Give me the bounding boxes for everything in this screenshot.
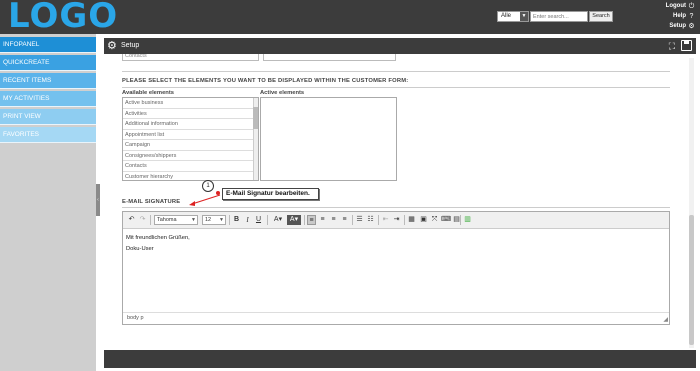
bullet-list-icon[interactable]: ☷ xyxy=(366,215,375,225)
divider xyxy=(122,71,670,72)
available-elements-list[interactable]: Active business Activities Additional in… xyxy=(122,97,259,181)
list-item[interactable]: Activities xyxy=(123,109,254,119)
list-scrollbar-thumb[interactable] xyxy=(253,107,258,129)
font-size-value: 12 xyxy=(205,217,212,223)
toolbar-separator xyxy=(229,215,230,225)
list-item[interactable]: Consignees/shippers xyxy=(123,151,254,161)
italic-icon[interactable]: I xyxy=(243,215,252,225)
highlight-color-icon[interactable]: A▾ xyxy=(287,215,301,225)
sidebar-item-recent-items[interactable]: RECENT ITEMS xyxy=(0,73,96,89)
active-elements-label: Active elements xyxy=(260,90,305,96)
editor-line: Doku-User xyxy=(126,246,154,252)
underline-icon[interactable]: U xyxy=(254,215,263,225)
table-icon[interactable]: ▦ xyxy=(407,215,416,225)
toolbar-separator xyxy=(460,215,461,225)
editor-toolbar: ↶ ↷ Tahoma ▼ 12 ▼ B I U A▾ A▾ ≡ ≡ ≡ ≡ ☰ xyxy=(123,212,669,229)
elements-heading: PLEASE SELECT THE ELEMENTS YOU WANT TO B… xyxy=(122,78,409,84)
font-size-select[interactable]: 12 ▼ xyxy=(202,215,226,225)
panel-scrollbar-thumb[interactable] xyxy=(689,215,694,345)
sidebar-item-favorites[interactable]: FAVORITES xyxy=(0,127,96,143)
logout-link[interactable]: Logout xyxy=(666,3,686,9)
logo: LOGO xyxy=(8,0,119,36)
fullscreen-icon[interactable]: ⤧ xyxy=(430,215,439,225)
text-color-icon[interactable]: A▾ xyxy=(271,215,285,225)
font-family-select[interactable]: Tahoma ▼ xyxy=(154,215,198,225)
numbered-list-icon[interactable]: ☰ xyxy=(355,215,364,225)
outdent-icon[interactable]: ⇤ xyxy=(381,215,390,225)
list-item[interactable]: Customer hierarchy xyxy=(123,172,254,181)
chevron-down-icon: ▼ xyxy=(219,217,224,223)
paste-icon[interactable]: ▥ xyxy=(463,215,472,225)
gear-icon: ⚙ xyxy=(107,40,117,52)
callout-arrow xyxy=(189,194,221,206)
gear-icon[interactable]: ⚙ xyxy=(688,23,695,30)
redo-icon[interactable]: ↷ xyxy=(138,215,147,225)
active-elements-list[interactable] xyxy=(260,97,397,181)
panel-header: ⚙ Setup ⛶ xyxy=(104,38,696,54)
toolbar-separator xyxy=(404,215,405,225)
toolbar-separator xyxy=(352,215,353,225)
toolbar-separator xyxy=(304,215,305,225)
callout-dot xyxy=(216,191,220,195)
chevron-down-icon: ▼ xyxy=(191,217,196,223)
search-button[interactable]: Search xyxy=(589,11,613,22)
toolbar-separator xyxy=(378,215,379,225)
list-item[interactable]: Campaign xyxy=(123,140,254,151)
sidebar-item-print-view[interactable]: PRINT VIEW xyxy=(0,109,96,125)
search-scope-select[interactable]: Alle ▼ xyxy=(497,11,529,22)
editor-line: Mit freundlichen Grüßen, xyxy=(126,235,190,241)
help-link[interactable]: Help xyxy=(673,13,686,19)
chevron-down-icon: ▼ xyxy=(520,12,528,21)
app-window: LOGO Alle ▼ Search Logout ⏻ Help ? Setup… xyxy=(0,0,700,371)
available-elements-label: Available elements xyxy=(122,90,174,96)
panel-title: Setup xyxy=(121,42,140,49)
setup-link[interactable]: Setup xyxy=(669,23,686,29)
list-item[interactable]: Appointment list xyxy=(123,130,254,140)
help-icon[interactable]: ? xyxy=(688,13,695,20)
top-bar: LOGO Alle ▼ Search Logout ⏻ Help ? Setup… xyxy=(0,0,700,34)
callout-number: 1 xyxy=(202,180,214,192)
empty-select-partial[interactable] xyxy=(263,54,396,61)
resize-grip-icon[interactable]: ◢ xyxy=(663,317,668,323)
indent-icon[interactable]: ⇥ xyxy=(392,215,401,225)
divider xyxy=(122,207,670,208)
sidebar-collapse-handle[interactable]: ‹ xyxy=(96,184,100,216)
list-item[interactable]: Contacts xyxy=(123,161,254,172)
search-input[interactable] xyxy=(530,11,588,22)
divider xyxy=(122,87,670,88)
image-icon[interactable]: ▣ xyxy=(419,215,428,225)
list-item[interactable]: Additional information xyxy=(123,119,254,130)
toolbar-separator xyxy=(150,215,151,225)
sidebar: INFOPANEL QUICKCREATE RECENT ITEMS MY AC… xyxy=(0,34,96,371)
toolbar-separator xyxy=(267,215,268,225)
panel-footer xyxy=(104,350,696,368)
power-icon[interactable]: ⏻ xyxy=(688,3,695,10)
align-center-icon[interactable]: ≡ xyxy=(318,215,327,225)
font-family-value: Tahoma xyxy=(157,217,177,223)
signature-editor: ↶ ↷ Tahoma ▼ 12 ▼ B I U A▾ A▾ ≡ ≡ ≡ ≡ ☰ xyxy=(122,211,670,325)
undo-icon[interactable]: ↶ xyxy=(127,215,136,225)
expand-icon[interactable]: ⛶ xyxy=(669,40,675,52)
contacts-select-partial[interactable]: Contacts xyxy=(122,54,259,61)
bold-icon[interactable]: B xyxy=(232,215,241,225)
source-code-icon[interactable]: ⌨ xyxy=(441,215,451,225)
align-left-icon[interactable]: ≡ xyxy=(307,215,316,225)
editor-status-path: body p xyxy=(123,312,669,324)
callout-text: E-Mail Signatur bearbeiten. xyxy=(222,188,319,200)
align-right-icon[interactable]: ≡ xyxy=(329,215,338,225)
align-justify-icon[interactable]: ≡ xyxy=(340,215,349,225)
sidebar-item-my-activities[interactable]: MY ACTIVITIES xyxy=(0,91,96,107)
sidebar-item-quickcreate[interactable]: QUICKCREATE xyxy=(0,55,96,71)
editor-content[interactable]: Mit freundlichen Grüßen, Doku-User xyxy=(126,233,666,255)
signature-heading: E-MAIL SIGNATURE xyxy=(122,199,181,205)
list-item[interactable]: Active business xyxy=(123,98,254,109)
sidebar-item-infopanel[interactable]: INFOPANEL xyxy=(0,37,96,53)
search-scope-value: Alle xyxy=(501,13,512,19)
save-icon[interactable] xyxy=(681,40,692,51)
